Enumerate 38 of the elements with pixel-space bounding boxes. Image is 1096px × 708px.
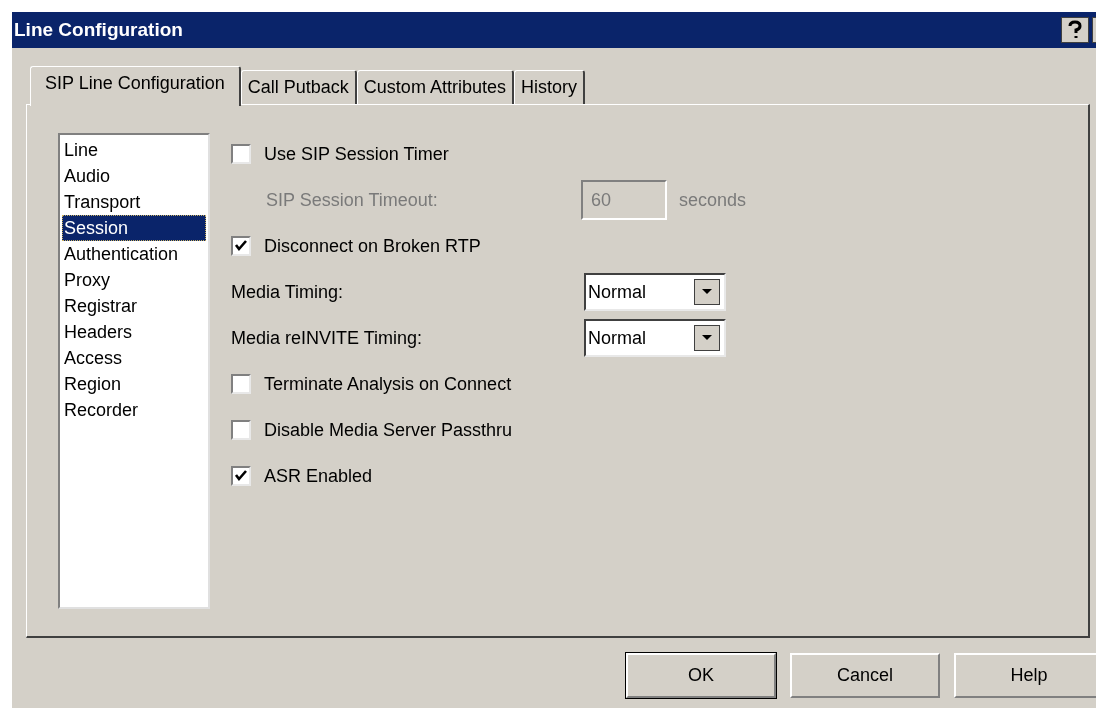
field-label: Media reINVITE Timing:: [231, 327, 424, 349]
check-icon: [234, 469, 248, 483]
field-label: SIP Session Timeout:: [266, 189, 439, 211]
tab[interactable]: Custom Attributes: [356, 70, 514, 104]
help-icon[interactable]: [1061, 17, 1089, 43]
list-item[interactable]: Line: [62, 137, 206, 163]
check-icon: [234, 239, 248, 253]
checkbox-label[interactable]: Use SIP Session Timer: [264, 143, 449, 165]
tab[interactable]: History: [513, 70, 585, 104]
window-title: Line Configuration: [13, 19, 183, 41]
tab[interactable]: Call Putback: [240, 70, 357, 104]
list-item[interactable]: Recorder: [62, 397, 206, 423]
checkbox-label[interactable]: Terminate Analysis on Connect: [264, 373, 512, 395]
list-item[interactable]: Audio: [62, 163, 206, 189]
checkbox-label[interactable]: ASR Enabled: [264, 465, 373, 487]
checkbox-label[interactable]: Disable Media Server Passthru: [264, 419, 513, 441]
dialog-button[interactable]: Help: [954, 653, 1096, 698]
field-label: Media Timing:: [231, 281, 345, 303]
checkbox-label[interactable]: Disconnect on Broken RTP: [264, 235, 481, 257]
list-item[interactable]: Headers: [62, 319, 206, 345]
unit-label: seconds: [679, 189, 747, 211]
dialog-button[interactable]: OK: [626, 653, 776, 698]
list-item[interactable]: Session: [62, 215, 206, 241]
checkbox[interactable]: [231, 466, 251, 486]
checkbox[interactable]: [231, 236, 251, 256]
dialog-button[interactable]: Cancel: [790, 653, 940, 698]
list-item[interactable]: Authentication: [62, 241, 206, 267]
dropdown[interactable]: Normal: [584, 273, 726, 311]
dropdown[interactable]: Normal: [584, 319, 726, 357]
list-item[interactable]: Region: [62, 371, 206, 397]
checkbox[interactable]: [231, 374, 251, 394]
tab[interactable]: SIP Line Configuration: [30, 66, 241, 106]
list-item[interactable]: Proxy: [62, 267, 206, 293]
checkbox[interactable]: [231, 420, 251, 440]
list-item[interactable]: Access: [62, 345, 206, 371]
list-item[interactable]: Registrar: [62, 293, 206, 319]
checkbox[interactable]: [231, 144, 251, 164]
list-item[interactable]: Transport: [62, 189, 206, 215]
